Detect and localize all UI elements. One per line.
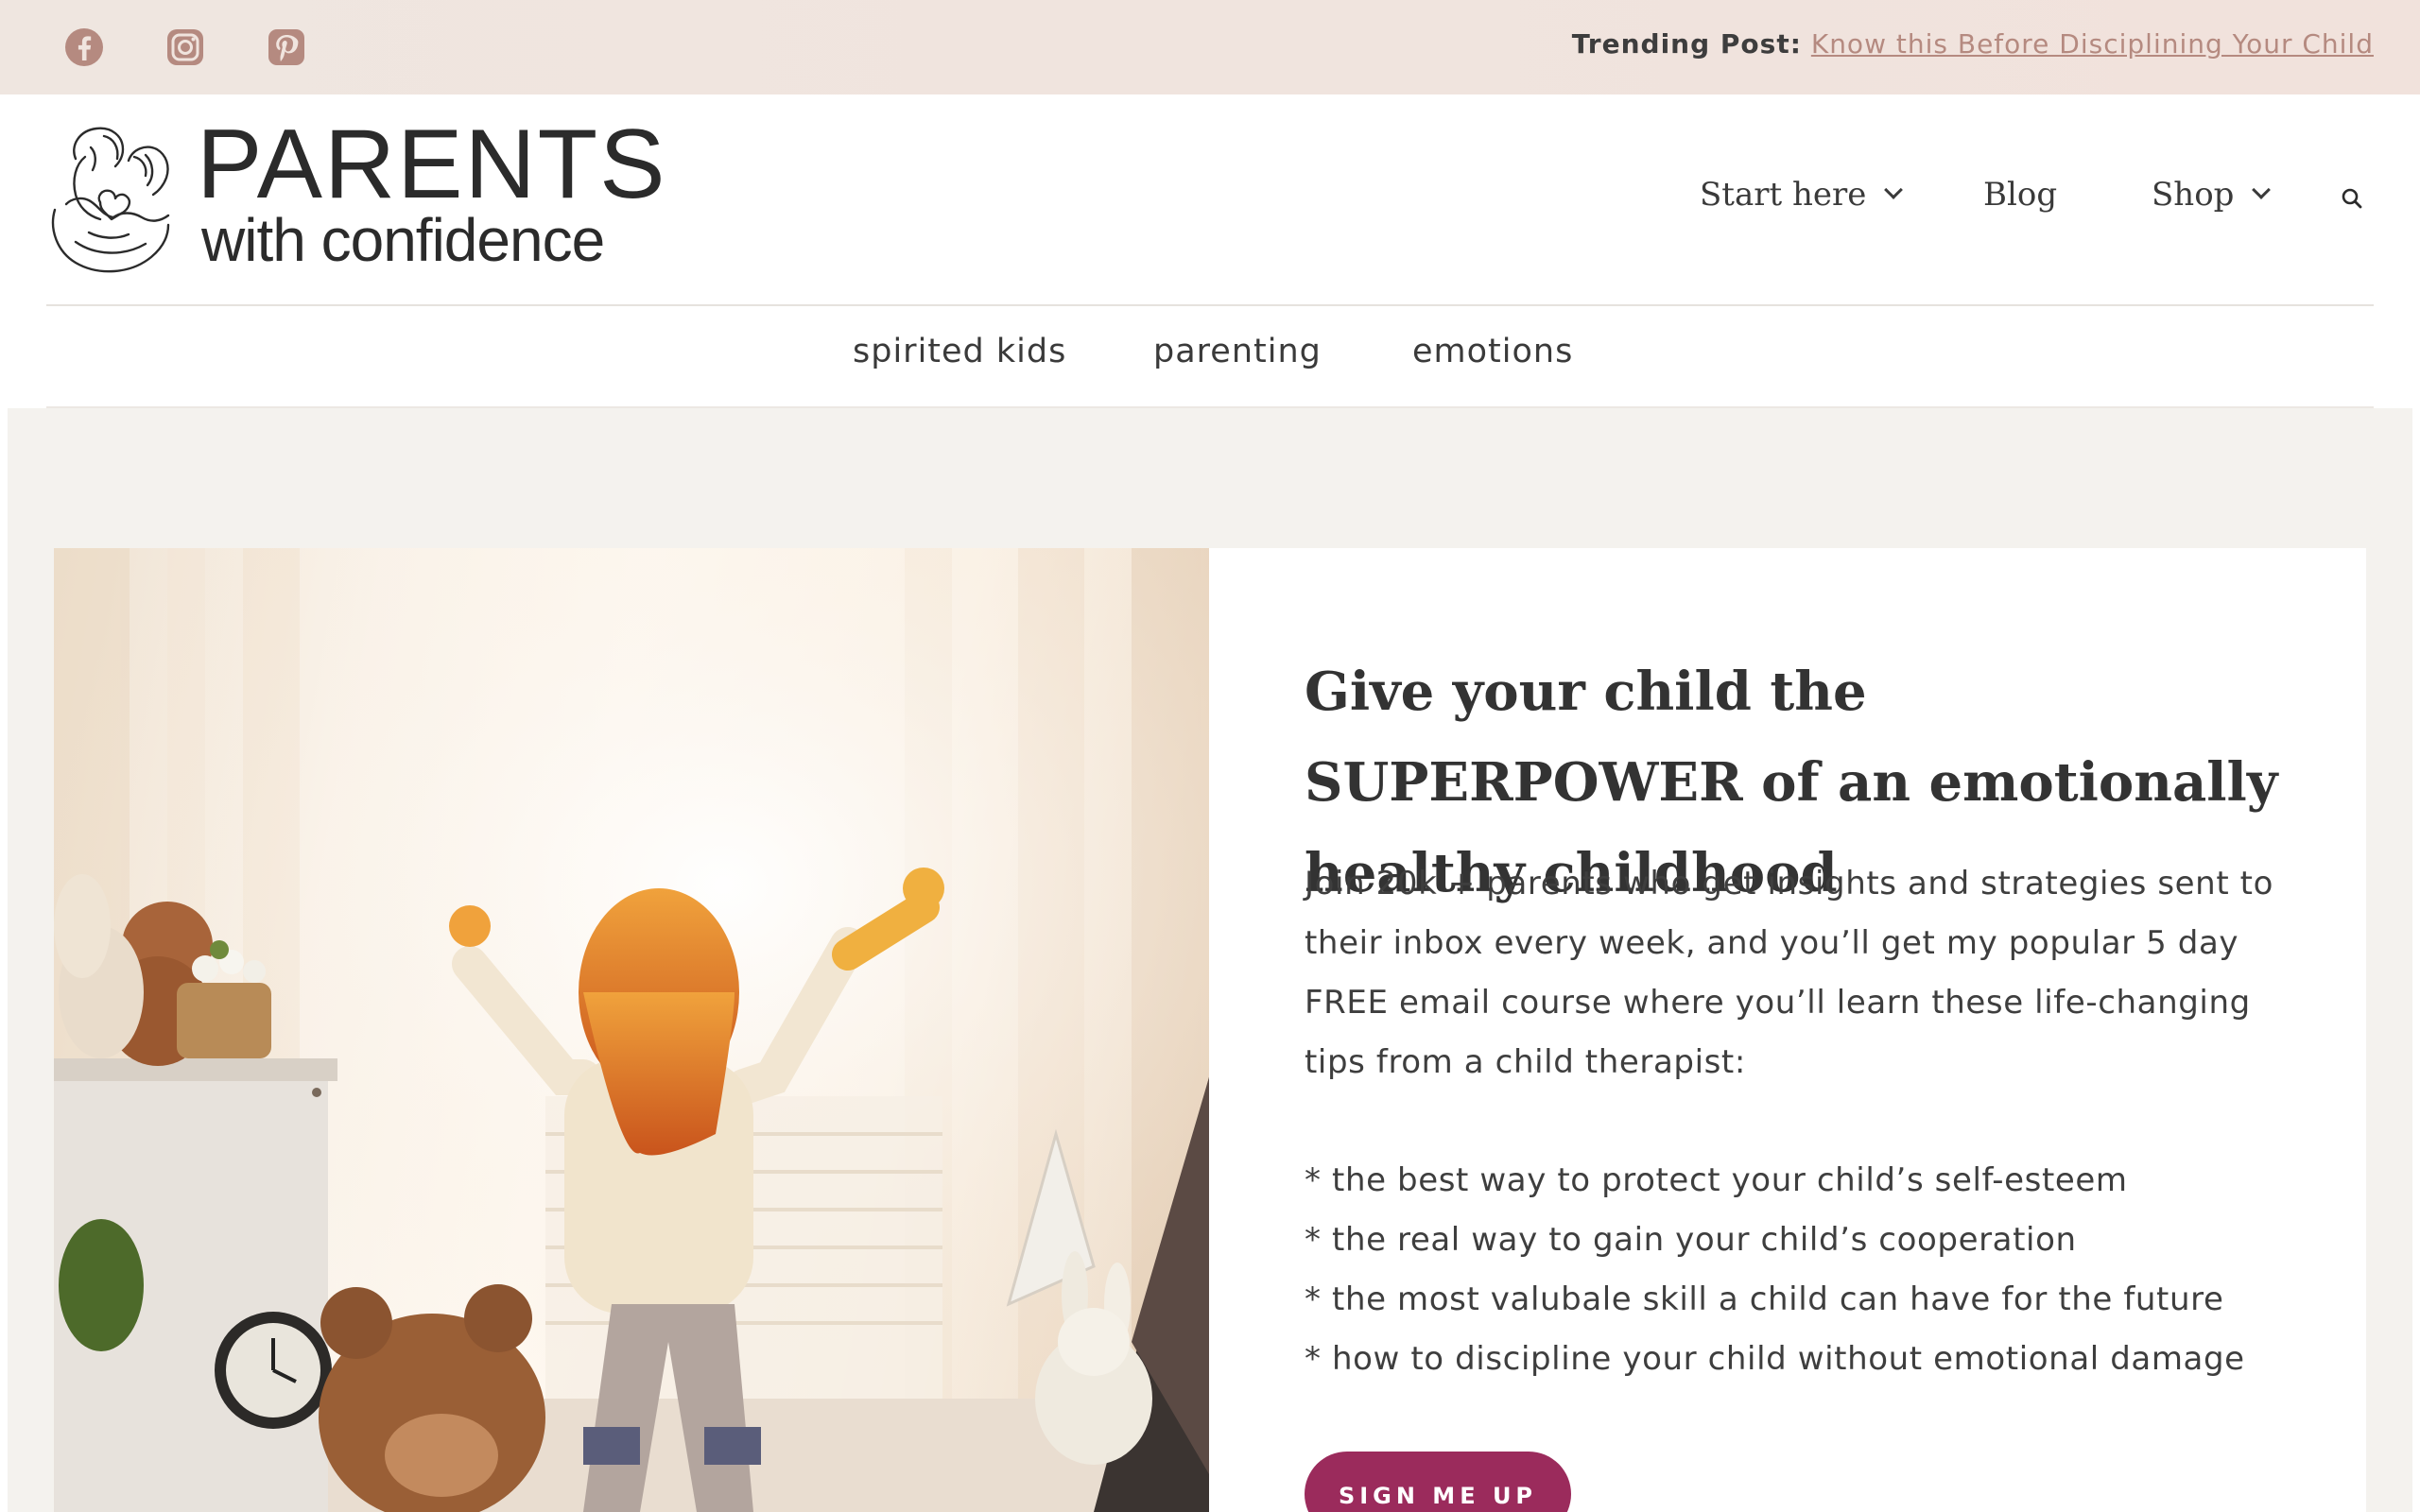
trending-post: Trending Post: Know this Before Discipli… bbox=[1572, 28, 2374, 60]
brand-name[interactable]: PARENTS bbox=[197, 115, 667, 214]
subnav-item-emotions[interactable]: emotions bbox=[1412, 333, 1573, 370]
top-bar: Trending Post: Know this Before Discipli… bbox=[0, 0, 2420, 94]
sign-me-up-button[interactable]: SIGN ME UP bbox=[1305, 1452, 1571, 1512]
trending-link[interactable]: Know this Before Disciplining Your Child bbox=[1811, 28, 2374, 60]
nav-start-here-label: Start here bbox=[1700, 176, 1867, 214]
pinterest-icon[interactable] bbox=[266, 26, 307, 68]
chevron-down-icon bbox=[1884, 180, 1904, 199]
chevron-down-icon bbox=[2252, 180, 2272, 199]
benefit-item: * how to discipline your child without e… bbox=[1305, 1340, 2245, 1378]
subnav-item-parenting[interactable]: parenting bbox=[1153, 333, 1322, 370]
trending-label: Trending Post: bbox=[1571, 28, 1802, 60]
header-divider bbox=[46, 304, 2374, 306]
nav-shop[interactable]: Shop bbox=[2152, 176, 2272, 214]
brand-tagline[interactable]: with confidence bbox=[201, 210, 605, 270]
hero-body: Join 20k + parents who get insights and … bbox=[1305, 865, 2273, 1081]
benefit-item: * the best way to protect your child’s s… bbox=[1305, 1161, 2128, 1199]
benefit-item: * the most valubale skill a child can ha… bbox=[1305, 1280, 2224, 1318]
nav-blog-label: Blog bbox=[1983, 176, 2058, 214]
benefit-list: * the best way to protect your child’s s… bbox=[1305, 1151, 2325, 1389]
nav-shop-label: Shop bbox=[2152, 176, 2235, 214]
benefit-item: * the real way to gain your child’s coop… bbox=[1305, 1221, 2077, 1259]
instagram-icon[interactable] bbox=[164, 26, 206, 68]
logo-icon[interactable] bbox=[47, 119, 183, 280]
nav-start-here[interactable]: Start here bbox=[1700, 176, 1904, 214]
facebook-icon[interactable] bbox=[63, 26, 105, 68]
child-stretching-image bbox=[54, 548, 1209, 1512]
subnav-item-spirited-kids[interactable]: spirited kids bbox=[853, 333, 1066, 370]
search-icon[interactable] bbox=[2341, 187, 2363, 210]
hero-photo bbox=[54, 548, 1209, 1512]
nav-blog[interactable]: Blog bbox=[1983, 176, 2057, 214]
